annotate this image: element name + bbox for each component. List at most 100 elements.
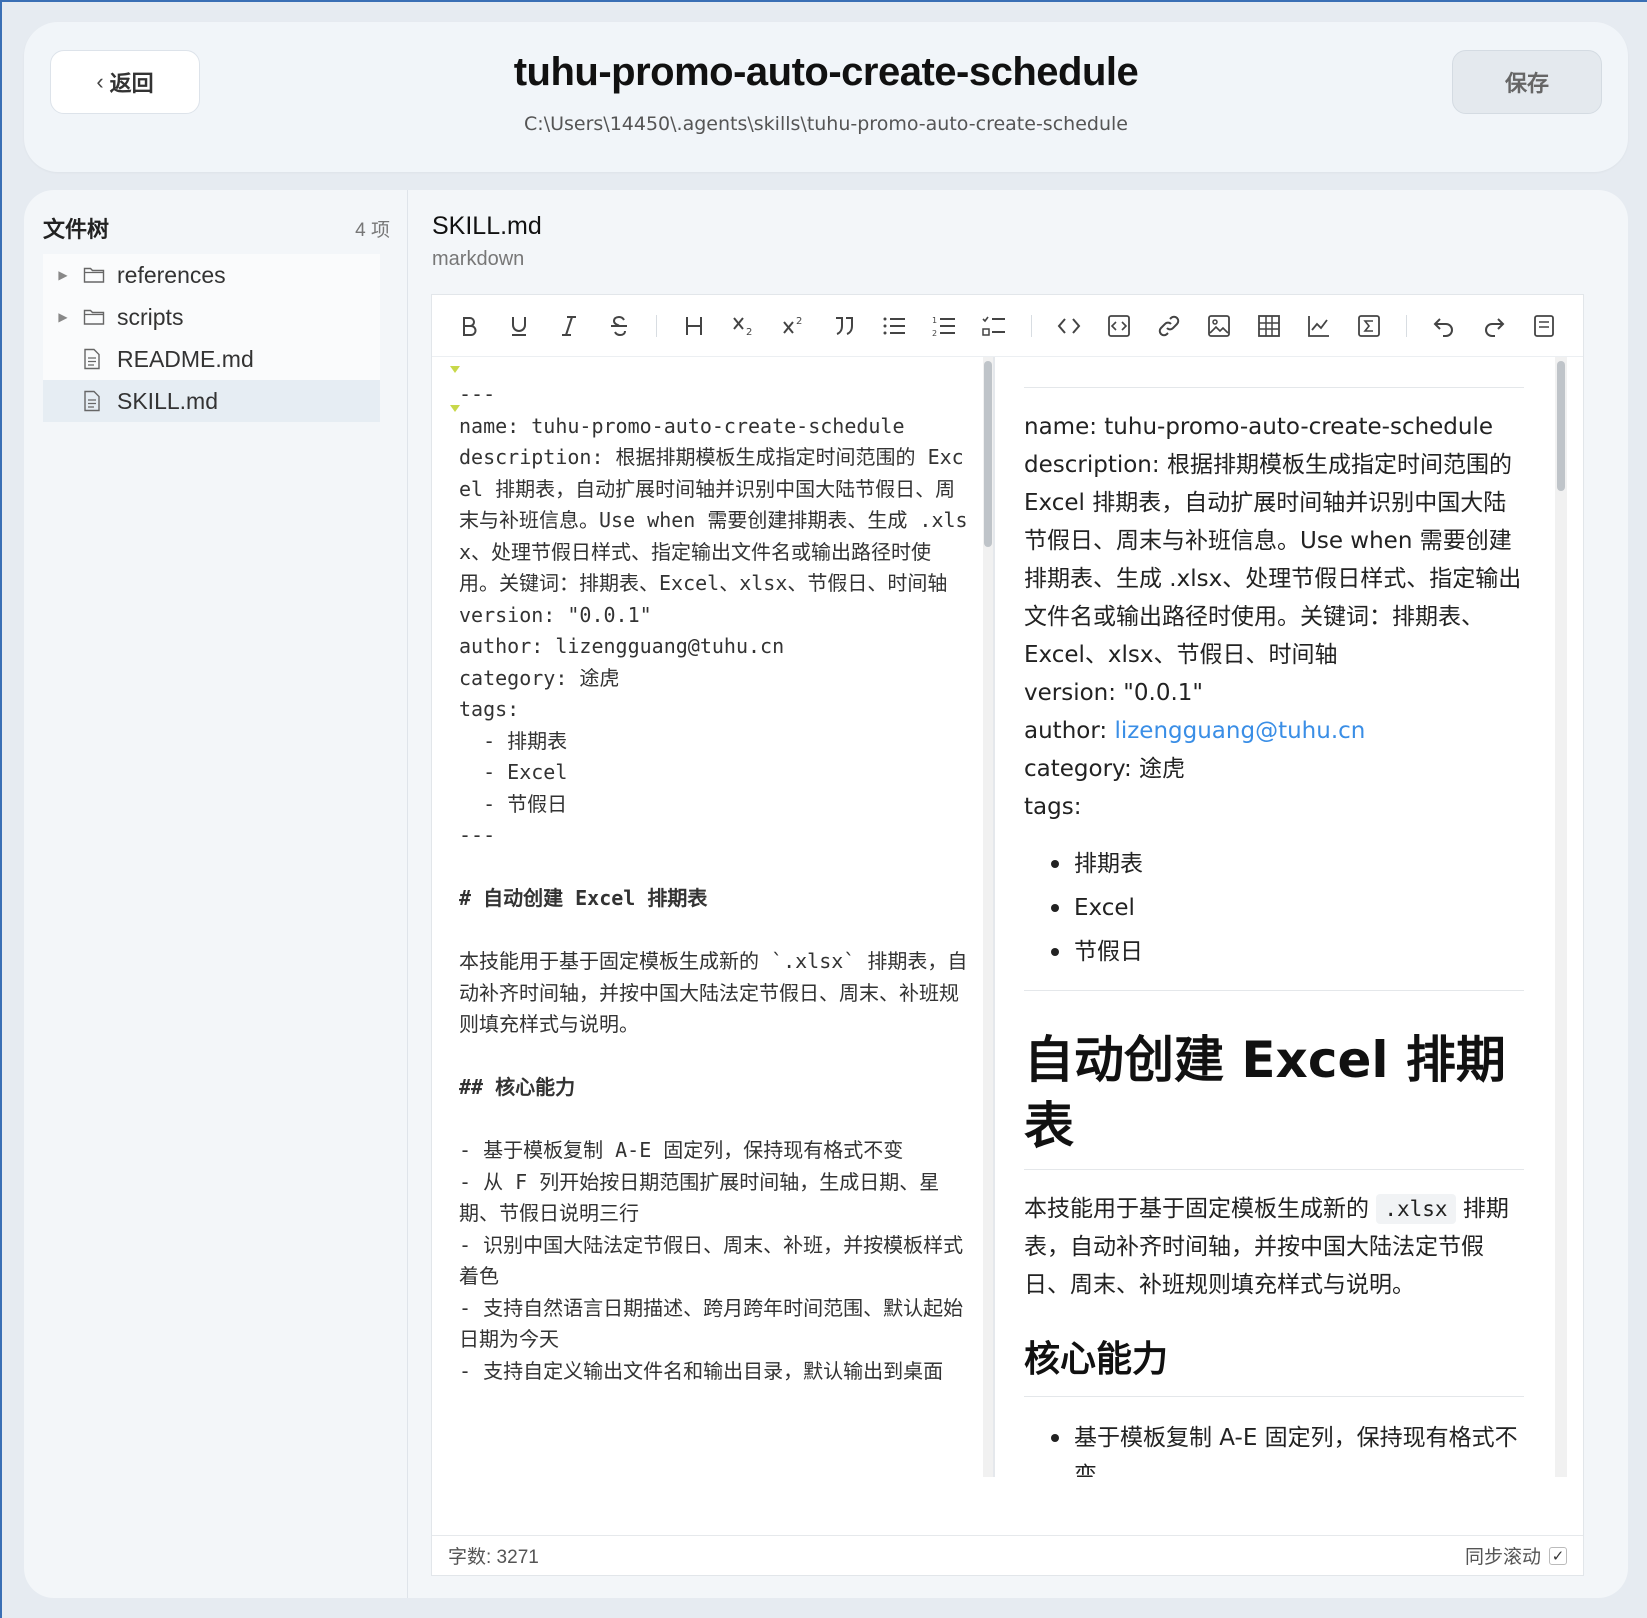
bullet-list-icon[interactable] [869, 303, 919, 349]
source-line: category: 途虎 [459, 665, 620, 690]
toolbar-separator [1031, 314, 1032, 337]
editor-area: SKILL.md markdown 2 2 12 --- name: tuhu-… [410, 190, 1628, 1598]
file-tree: ▶ references ▶ scripts ▶ README.md [43, 254, 380, 422]
preview-rule [1024, 990, 1524, 991]
inline-code: .xlsx [1376, 1194, 1456, 1224]
save-draft-icon[interactable] [1519, 303, 1569, 349]
source-line: 本技能用于基于固定模板生成新的 `.xlsx` 排期表，自动补齐时间轴，并按中国… [459, 949, 968, 1036]
editor-toolbar: 2 2 12 [432, 295, 1583, 357]
source-line: - 基于模板复制 A-E 固定列，保持现有格式不变 [459, 1138, 904, 1162]
sync-scroll-toggle[interactable]: 同步滚动 ✓ [1465, 1542, 1567, 1569]
save-button[interactable]: 保存 [1452, 50, 1602, 114]
preview-scrollbar[interactable] [1555, 357, 1567, 1477]
expand-caret-icon[interactable]: ▶ [43, 310, 83, 324]
list-item: 基于模板复制 A-E 固定列，保持现有格式不变 [1024, 1419, 1524, 1477]
redo-icon[interactable] [1469, 303, 1519, 349]
source-line: author: lizengguang@tuhu.cn [459, 634, 785, 658]
file-tree-panel: 文件树 4 项 ▶ references ▶ scripts ▶ [24, 190, 408, 1598]
preview-category: category: 途虎 [1024, 756, 1186, 782]
tree-item-references[interactable]: ▶ references [43, 254, 380, 296]
title-block: tuhu-promo-auto-create-schedule C:\Users… [324, 50, 1328, 135]
code-block-icon[interactable] [1094, 303, 1144, 349]
page-title: tuhu-promo-auto-create-schedule [513, 50, 1139, 94]
open-file-name: SKILL.md [432, 212, 542, 240]
folder-icon [83, 266, 117, 284]
source-scrollbar[interactable] [983, 357, 993, 1477]
preview-heading-2: 核心能力 [1024, 1332, 1524, 1397]
ordered-list-icon[interactable]: 12 [919, 303, 969, 349]
task-list-icon[interactable] [969, 303, 1019, 349]
preview-version: version: "0.0.1" [1024, 680, 1203, 706]
back-button[interactable]: ‹ 返回 [50, 50, 200, 114]
quote-icon[interactable] [819, 303, 869, 349]
preview-features-list: 基于模板复制 A-E 固定列，保持现有格式不变 [1024, 1419, 1524, 1477]
svg-text:2: 2 [796, 316, 802, 327]
source-line: tags: [459, 697, 520, 721]
checkbox-icon[interactable]: ✓ [1549, 1546, 1567, 1565]
toolbar-separator [1406, 314, 1407, 337]
header-bar: ‹ 返回 tuhu-promo-auto-create-schedule C:\… [24, 22, 1628, 172]
folder-icon [83, 308, 117, 326]
main-panel: 文件树 4 项 ▶ references ▶ scripts ▶ [24, 190, 1628, 1598]
image-icon[interactable] [1194, 303, 1244, 349]
source-line: --- [459, 382, 496, 406]
skill-path: C:\Users\14450\.agents\skills\tuhu-promo… [524, 113, 1128, 135]
undo-icon[interactable] [1419, 303, 1469, 349]
file-tree-title: 文件树 [43, 217, 110, 242]
svg-text:1: 1 [932, 316, 937, 325]
fold-marker-icon[interactable] [449, 404, 461, 413]
formula-icon[interactable] [1344, 303, 1394, 349]
preview-name: name: tuhu-promo-auto-create-schedule [1024, 414, 1494, 440]
preview-tags-list: 排期表 Excel 节假日 [1024, 842, 1524, 974]
preview-description: description: 根据排期模板生成指定时间范围的 Excel 排期表，自… [1024, 452, 1522, 668]
source-line [459, 1104, 971, 1136]
author-email-link[interactable]: lizengguang@tuhu.cn [1114, 718, 1365, 744]
source-line: - 识别中国大陆法定节假日、周末、补班，并按模板样式着色 [459, 1232, 964, 1289]
scrollbar-thumb[interactable] [1557, 361, 1565, 491]
source-editor[interactable]: --- name: tuhu-promo-auto-create-schedul… [432, 357, 994, 1477]
superscript-icon[interactable]: 2 [769, 303, 819, 349]
source-line: - 排期表 [459, 728, 568, 753]
bold-icon[interactable] [444, 303, 494, 349]
source-line: - 节假日 [459, 791, 568, 816]
tree-item-label: README.md [117, 345, 254, 372]
fold-marker-icon[interactable] [449, 365, 461, 374]
tree-item-skill[interactable]: ▶ SKILL.md [43, 380, 380, 422]
tree-item-label: SKILL.md [117, 387, 218, 414]
source-line [459, 1041, 971, 1073]
list-item: Excel [1024, 886, 1524, 930]
tree-item-scripts[interactable]: ▶ scripts [43, 296, 380, 338]
word-count: 字数: 3271 [448, 1547, 539, 1568]
source-line: - 支持自定义输出文件名和输出目录，默认输出到桌面 [459, 1358, 944, 1383]
source-line: # 自动创建 Excel 排期表 [459, 886, 708, 910]
svg-text:2: 2 [932, 329, 937, 337]
editor-status-bar: 字数: 3271 同步滚动 ✓ [432, 1535, 1583, 1575]
source-line: - 支持自然语言日期描述、跨月跨年时间范围、默认起始日期为今天 [459, 1295, 964, 1352]
preview-heading-1: 自动创建 Excel 排期表 [1024, 1027, 1524, 1170]
toolbar-separator [656, 314, 657, 337]
preview-tags-label: tags: [1024, 794, 1082, 820]
chart-icon[interactable] [1294, 303, 1344, 349]
preview-rule [1024, 387, 1524, 388]
link-icon[interactable] [1144, 303, 1194, 349]
underline-icon[interactable] [494, 303, 544, 349]
inline-code-icon[interactable] [1044, 303, 1094, 349]
tree-item-label: references [117, 261, 226, 288]
list-item: 排期表 [1024, 842, 1524, 886]
source-line: - 从 F 列开始按日期范围扩展时间轴，生成日期、星期、节假日说明三行 [459, 1169, 940, 1226]
author-label: author: [1024, 718, 1115, 744]
italic-icon[interactable] [544, 303, 594, 349]
subscript-icon[interactable]: 2 [719, 303, 769, 349]
file-tree-header: 文件树 4 项 [43, 212, 390, 244]
source-line: description: 根据排期模板生成指定时间范围的 Excel 排期表，自… [459, 445, 968, 595]
markdown-editor: 2 2 12 --- name: tuhu-promo-auto-create-… [431, 294, 1584, 1576]
tree-item-readme[interactable]: ▶ README.md [43, 338, 380, 380]
tree-item-label: scripts [117, 303, 184, 330]
table-icon[interactable] [1244, 303, 1294, 349]
heading-icon[interactable] [669, 303, 719, 349]
scrollbar-thumb[interactable] [984, 361, 992, 547]
strikethrough-icon[interactable] [594, 303, 644, 349]
preview-pane: name: tuhu-promo-auto-create-schedule de… [995, 357, 1555, 1477]
expand-caret-icon[interactable]: ▶ [43, 268, 83, 282]
preview-intro: 本技能用于基于固定模板生成新的 .xlsx 排期表，自动补齐时间轴，并按中国大陆… [1024, 1194, 1509, 1298]
